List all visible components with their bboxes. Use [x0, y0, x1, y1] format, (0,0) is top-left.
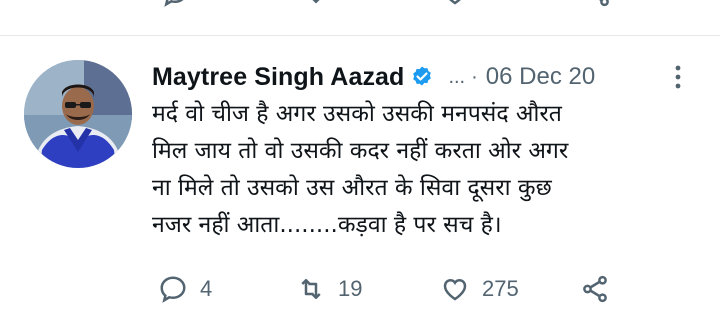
profile-photo	[24, 60, 132, 168]
tweet-text: मर्द वो चीज है अगर उसको उसकी मनपसंद औरत …	[152, 96, 692, 244]
previous-tweet-actions: 2 25 358	[0, 0, 720, 14]
reply-icon	[160, 276, 186, 303]
like-button[interactable]: 275	[440, 270, 519, 308]
prev-reply-button[interactable]: 2	[160, 0, 212, 8]
tweet-text-line: मर्द वो चीज है अगर उसको उसकी मनपसंद औरत	[152, 101, 562, 127]
tweet-actions: 4 19 275	[152, 270, 692, 310]
heart-icon	[443, 278, 467, 301]
tweet-divider	[0, 35, 720, 36]
like-count: 275	[482, 276, 519, 301]
more-vertical-icon[interactable]	[668, 62, 688, 92]
retweet-icon	[312, 0, 320, 4]
tweet-header: Maytree Singh Aazad ... · 06 Dec 20	[152, 60, 595, 94]
tweet-date[interactable]: 06 Dec 20	[486, 63, 595, 91]
header-separator: ·	[471, 65, 478, 88]
reply-count: 4	[200, 276, 213, 301]
share-icon	[598, 0, 609, 7]
heart-icon	[449, 0, 461, 5]
avatar[interactable]	[24, 60, 132, 168]
retweet-count: 19	[338, 276, 363, 301]
prev-reply-count: 2	[200, 0, 212, 6]
reply-button[interactable]: 4	[158, 270, 212, 308]
tweet-text-line: मिल जाय तो वो उसकी कदर नहीं करता ओर अगर	[152, 138, 569, 164]
tweet-text-line: नजर नहीं आता........कड़वा है पर सच है।	[152, 212, 502, 238]
prev-share-button[interactable]	[582, 0, 612, 8]
retweet-icon	[301, 279, 321, 299]
prev-like-count: 358	[480, 0, 517, 6]
tweet-text-line: ना मिले तो उसको उस औरत के सिवा दूसरा कुछ	[152, 175, 552, 201]
share-button[interactable]	[580, 270, 610, 308]
share-icon	[583, 275, 607, 303]
author-name[interactable]: Maytree Singh Aazad	[152, 63, 404, 92]
prev-retweet-count: 25	[336, 0, 360, 6]
prev-retweet-button[interactable]: 25	[296, 0, 360, 8]
reply-icon	[164, 0, 184, 7]
prev-like-button[interactable]: 358	[440, 0, 517, 8]
retweet-button[interactable]: 19	[296, 270, 362, 308]
author-handle[interactable]: ...	[448, 66, 465, 89]
verified-badge-icon	[413, 66, 432, 86]
